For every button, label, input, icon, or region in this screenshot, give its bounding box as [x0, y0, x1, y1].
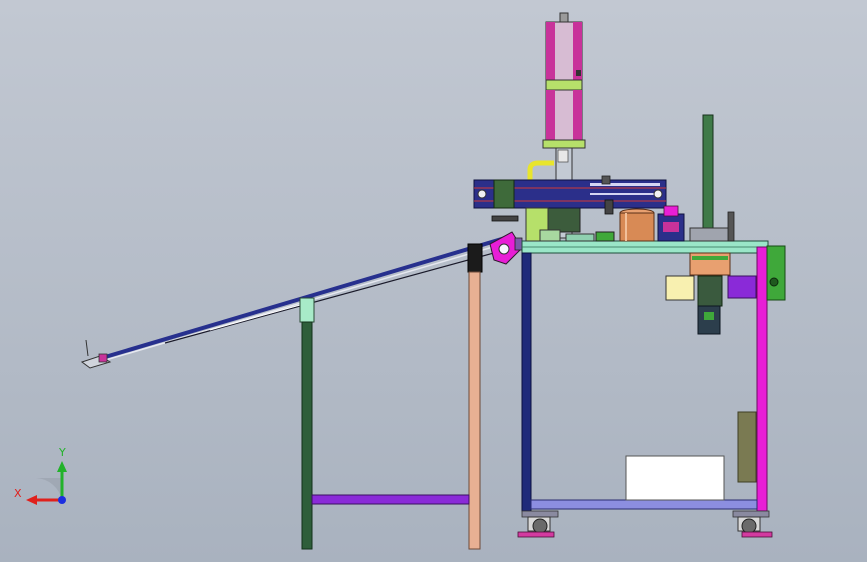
- y-axis-label: Y: [58, 446, 66, 459]
- right-support-leg: [467, 243, 483, 550]
- green-mast: [689, 114, 735, 242]
- chute-gripper-block: [489, 231, 523, 265]
- inclined-chute: [80, 234, 513, 369]
- cad-viewport[interactable]: Y X: [0, 0, 867, 562]
- side-motor: [766, 245, 786, 301]
- copper-cup: [619, 208, 655, 242]
- x-axis-label: X: [14, 487, 22, 500]
- blue-clamp: [657, 205, 685, 242]
- left-support-leg: [299, 297, 315, 550]
- caster-right: [732, 510, 773, 538]
- stand-crossbar: [311, 494, 470, 505]
- linear-rail: [473, 175, 667, 209]
- coordinate-triad: Y X: [14, 446, 67, 505]
- under-table-unit: [665, 252, 757, 335]
- caster-left: [517, 510, 559, 538]
